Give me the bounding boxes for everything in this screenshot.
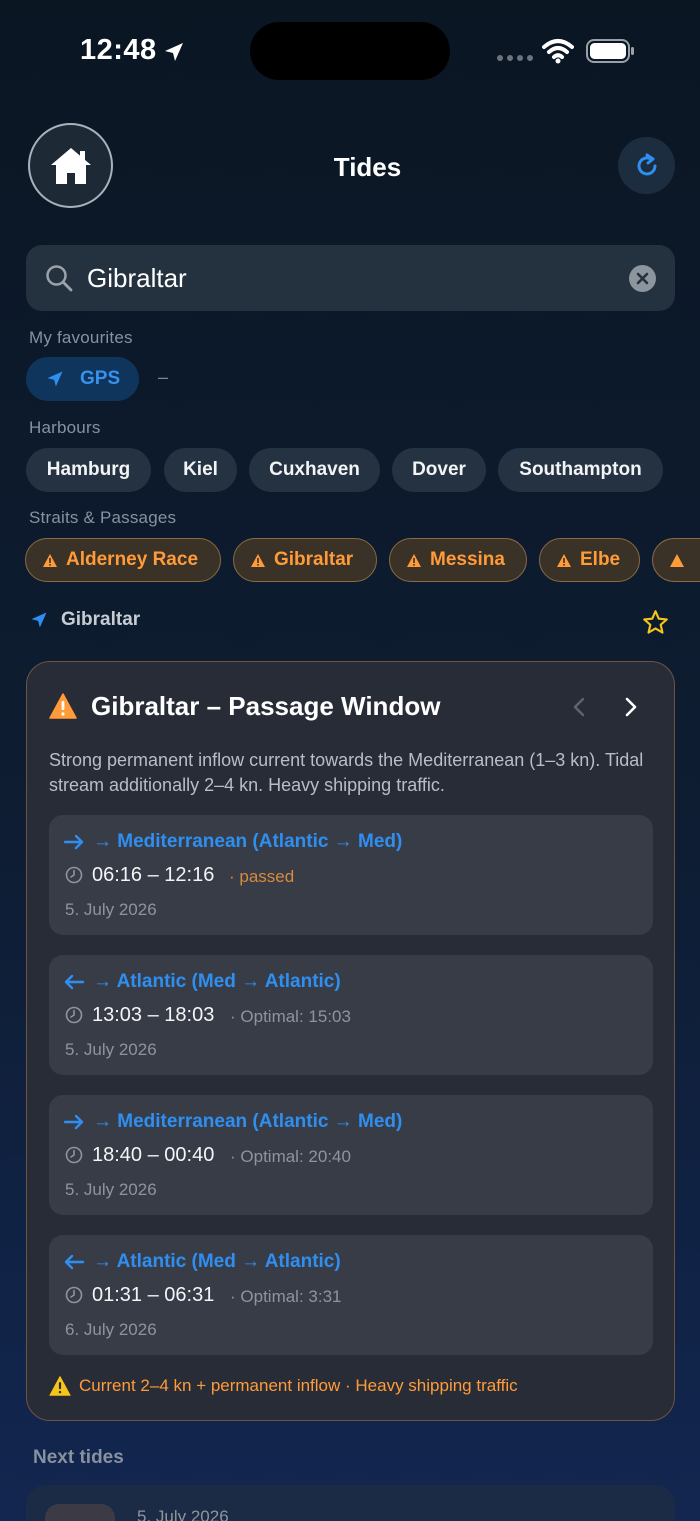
refresh-icon — [637, 153, 656, 175]
strait-chip-label: Gibraltar — [274, 549, 354, 570]
strait-chip-label: Messina — [430, 549, 505, 570]
battery-icon — [586, 39, 634, 63]
harbour-chip-southampton[interactable]: Southampton — [498, 448, 663, 492]
window-optimal: · Optimal: 3:31 — [230, 1287, 342, 1306]
harbour-chip-cuxhaven[interactable]: Cuxhaven — [249, 448, 380, 492]
current-location-row: Gibraltar — [29, 609, 140, 631]
window-date: 5. July 2026 — [65, 1180, 157, 1199]
window-direction: → Mediterranean (Atlantic → Med) — [63, 1111, 402, 1133]
straits-label: Straits & Passages — [29, 508, 177, 527]
next-tides-label: Next tides — [33, 1447, 124, 1468]
strait-chip-messina[interactable]: Messina — [389, 538, 527, 582]
harbour-chip-kiel[interactable]: Kiel — [164, 448, 237, 492]
star-icon[interactable] — [642, 609, 669, 636]
strait-chip-alderney-race[interactable]: Alderney Race — [25, 538, 221, 582]
warning-icon — [407, 553, 421, 567]
search-input[interactable] — [87, 259, 607, 297]
wifi-icon — [542, 39, 574, 64]
chevron-left-icon[interactable] — [569, 695, 591, 719]
clock-icon — [65, 1006, 83, 1024]
harbour-chip-hamburg[interactable]: Hamburg — [26, 448, 151, 492]
window-time: 06:16 – 12:16 — [92, 864, 215, 886]
location-arrow-icon — [165, 43, 183, 61]
strait-chip-overflow[interactable] — [652, 538, 700, 582]
strait-chip-elbe[interactable]: Elbe — [539, 538, 640, 582]
window-direction: → Atlantic (Med → Atlantic) — [63, 971, 341, 993]
passage-window-card: Gibraltar – Passage Window Strong perman… — [26, 661, 675, 1421]
passage-window-item[interactable]: → Mediterranean (Atlantic → Med) 18:40 –… — [49, 1095, 653, 1215]
location-name: Gibraltar — [61, 609, 141, 630]
passage-title: Gibraltar – Passage Window — [91, 691, 441, 721]
close-icon — [636, 272, 649, 285]
dynamic-island — [250, 22, 450, 80]
passage-window-item[interactable]: → Mediterranean (Atlantic → Med) 06:16 –… — [49, 815, 653, 935]
favourites-label: My favourites — [29, 328, 133, 347]
location-arrow-icon — [31, 612, 47, 628]
window-date: 5. July 2026 — [65, 1040, 157, 1059]
window-time: 18:40 – 00:40 — [92, 1144, 215, 1166]
chevron-right-icon[interactable] — [619, 695, 641, 719]
arrow-right-icon — [63, 834, 84, 850]
status-bar: 12:48 — [0, 0, 700, 100]
strait-chip-label: Elbe — [580, 549, 621, 570]
next-tide-card[interactable]: 5. July 2026 — [26, 1485, 675, 1521]
favourites-empty: – — [158, 367, 169, 387]
arrow-right-icon — [63, 1114, 84, 1130]
search-icon — [46, 265, 73, 292]
status-time: 12:48 — [80, 34, 157, 66]
clock-icon — [65, 866, 83, 884]
window-time: 01:31 – 06:31 — [92, 1284, 215, 1306]
warning-icon — [49, 693, 77, 719]
passage-window-item[interactable]: → Atlantic (Med → Atlantic) 01:31 – 06:3… — [49, 1235, 653, 1355]
clock-icon — [65, 1286, 83, 1304]
warning-icon — [557, 553, 571, 567]
window-time: 13:03 – 18:03 — [92, 1004, 215, 1026]
clock-icon — [65, 1146, 83, 1164]
gps-label: GPS — [80, 368, 121, 389]
warning-icon — [251, 553, 265, 567]
strait-chip-gibraltar[interactable]: Gibraltar — [233, 538, 377, 582]
gps-favourite-chip[interactable]: GPS — [26, 357, 139, 401]
strait-chip-label: Alderney Race — [66, 549, 199, 570]
passage-warning-footer: Current 2–4 kn + permanent inflow · Heav… — [49, 1376, 518, 1396]
window-direction: → Atlantic (Med → Atlantic) — [63, 1251, 341, 1273]
window-optimal: · Optimal: 15:03 — [230, 1007, 351, 1026]
warning-icon — [670, 553, 684, 567]
harbour-chip-dover[interactable]: Dover — [392, 448, 486, 492]
warning-icon — [43, 553, 57, 567]
window-direction: → Mediterranean (Atlantic → Med) — [63, 831, 402, 853]
window-date: 6. July 2026 — [65, 1320, 157, 1339]
passage-description: Strong permanent inflow current towards … — [49, 750, 644, 795]
warning-icon — [49, 1376, 71, 1396]
passage-window-item[interactable]: → Atlantic (Med → Atlantic) 13:03 – 18:0… — [49, 955, 653, 1075]
tide-type-badge — [45, 1504, 115, 1521]
harbours-label: Harbours — [29, 418, 101, 437]
clear-search-button[interactable] — [629, 265, 656, 292]
arrow-left-icon — [64, 974, 85, 990]
next-tide-date: 5. July 2026 — [137, 1507, 229, 1521]
search-box — [26, 245, 675, 311]
window-status: · passed — [229, 867, 295, 886]
cellular-signal-icon — [497, 55, 533, 61]
refresh-button[interactable] — [618, 137, 675, 194]
window-optimal: · Optimal: 20:40 — [230, 1147, 351, 1166]
window-date: 5. July 2026 — [65, 900, 157, 919]
arrow-left-icon — [64, 1254, 85, 1270]
page-title: Tides — [333, 152, 402, 182]
location-arrow-icon — [47, 371, 63, 387]
